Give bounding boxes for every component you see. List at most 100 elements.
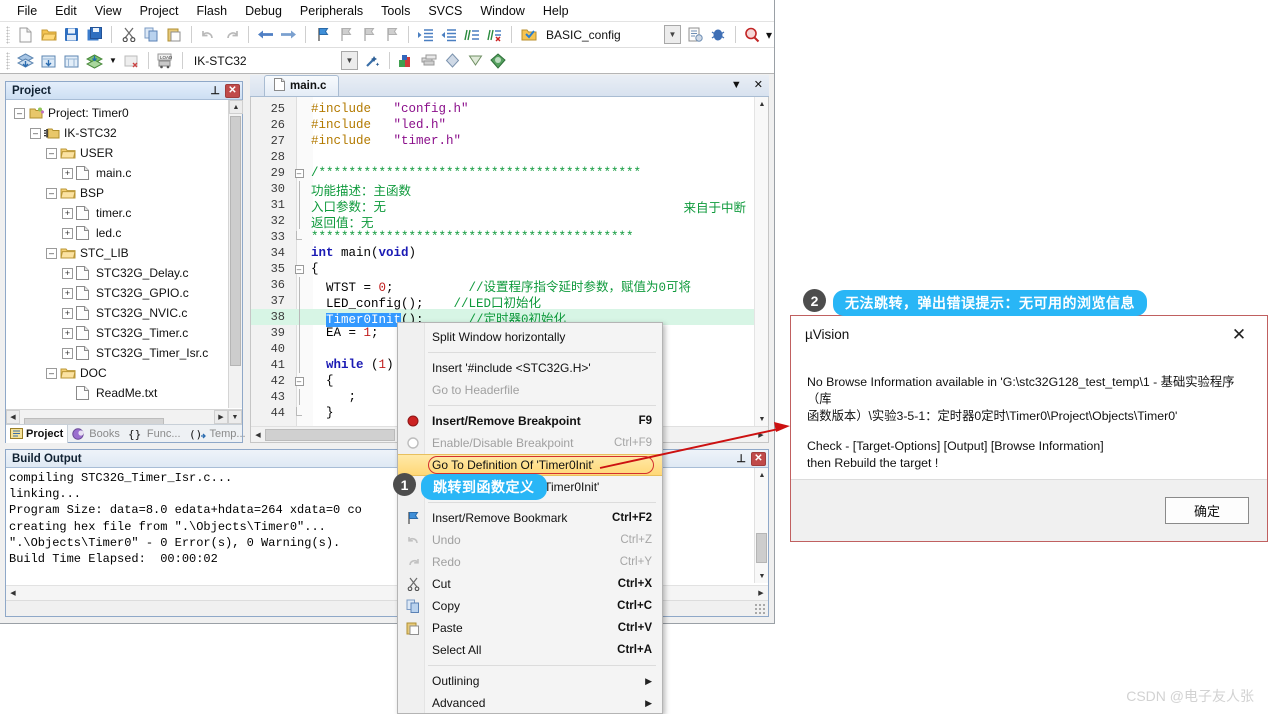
bookmark-prev-icon[interactable] xyxy=(335,24,356,45)
expand-toggle-icon[interactable]: + xyxy=(62,327,73,339)
code-line[interactable]: 25 #include "config.h" xyxy=(251,101,754,117)
cut-icon[interactable] xyxy=(118,24,139,45)
magic-wand-icon[interactable] xyxy=(362,50,383,71)
pin-icon[interactable]: ⊥ xyxy=(205,84,225,97)
redo-icon[interactable] xyxy=(221,24,242,45)
project-tree-scrollbar-vertical[interactable]: ▲ xyxy=(228,100,243,408)
tree-item-stc32g-gpio-c[interactable]: + STC32G_GPIO.c xyxy=(6,283,242,303)
expand-toggle-icon[interactable]: + xyxy=(62,287,73,299)
menu-item-file[interactable]: File xyxy=(8,2,46,20)
context-menu-item-insert-remove-breakpoint[interactable]: Insert/Remove Breakpoint F9 xyxy=(398,410,662,432)
menu-item-flash[interactable]: Flash xyxy=(187,2,236,20)
collapse-toggle-icon[interactable]: – xyxy=(46,147,57,159)
menu-item-debug[interactable]: Debug xyxy=(236,2,291,20)
book-icon[interactable] xyxy=(442,50,463,71)
menu-item-svcs[interactable]: SVCS xyxy=(419,2,471,20)
code-line[interactable]: 28 xyxy=(251,149,754,165)
indent-icon[interactable] xyxy=(415,24,436,45)
target-select-dropdown[interactable]: ▼ xyxy=(340,51,358,70)
code-line[interactable]: 34 int main(void) xyxy=(251,245,754,261)
close-icon[interactable]: ✕ xyxy=(1225,321,1253,347)
scroll-left-arrow[interactable]: ◀ xyxy=(6,586,20,600)
find-icon[interactable] xyxy=(742,24,763,45)
navigate-forward-icon[interactable] xyxy=(278,24,299,45)
expand-toggle-icon[interactable]: + xyxy=(62,207,73,219)
scroll-up-arrow[interactable]: ▲ xyxy=(229,100,243,114)
download-icon[interactable]: LOAD xyxy=(155,50,176,71)
context-menu-item-advanced[interactable]: Advanced ▶ xyxy=(398,692,662,714)
tree-item-stc32g-delay-c[interactable]: + STC32G_Delay.c xyxy=(6,263,242,283)
tree-item-stc32g-timer-c[interactable]: + STC32G_Timer.c xyxy=(6,323,242,343)
bookmark-next-icon[interactable] xyxy=(358,24,379,45)
configure-icon[interactable] xyxy=(518,24,539,45)
menu-item-help[interactable]: Help xyxy=(534,2,578,20)
context-menu-item-insert-remove-bookmark[interactable]: Insert/Remove Bookmark Ctrl+F2 xyxy=(398,507,662,529)
toolbar-overflow[interactable]: ▾ xyxy=(764,28,774,42)
tree-item-timer-c[interactable]: + timer.c xyxy=(6,203,242,223)
tree-item-readme-txt[interactable]: ReadMe.txt xyxy=(6,383,242,403)
ok-button[interactable]: 确定 xyxy=(1165,497,1249,524)
panel-tab-temp[interactable]: () Temp... xyxy=(185,425,250,443)
undo-icon[interactable] xyxy=(198,24,219,45)
new-file-icon[interactable] xyxy=(15,24,36,45)
close-icon[interactable]: ✕ xyxy=(225,83,240,98)
expand-toggle-icon[interactable]: + xyxy=(62,167,73,179)
build-icon[interactable] xyxy=(15,50,36,71)
copy-icon[interactable] xyxy=(141,24,162,45)
tree-item-stc-lib[interactable]: – STC_LIB xyxy=(6,243,242,263)
chevron-down-icon[interactable]: ▼ xyxy=(731,79,742,91)
scroll-down-arrow[interactable]: ▼ xyxy=(228,410,242,424)
scroll-down-arrow[interactable]: ▼ xyxy=(755,569,769,583)
navigate-back-icon[interactable] xyxy=(255,24,276,45)
expand-toggle-icon[interactable]: + xyxy=(62,307,73,319)
project-tree-scrollbar-horizontal[interactable]: ◀ ▶ ▼ xyxy=(6,409,242,430)
menu-item-edit[interactable]: Edit xyxy=(46,2,86,20)
target-options-icon[interactable] xyxy=(685,24,706,45)
uncomment-icon[interactable] xyxy=(484,24,505,45)
menu-item-peripherals[interactable]: Peripherals xyxy=(291,2,372,20)
context-menu-item-select-all[interactable]: Select All Ctrl+A xyxy=(398,639,662,661)
expand-toggle-icon[interactable]: + xyxy=(62,227,73,239)
tree-item-bsp[interactable]: – BSP xyxy=(6,183,242,203)
context-menu-item-cut[interactable]: Cut Ctrl+X xyxy=(398,573,662,595)
context-menu-item-paste[interactable]: Paste Ctrl+V xyxy=(398,617,662,639)
context-menu-item-outlining[interactable]: Outlining ▶ xyxy=(398,670,662,692)
scroll-right-arrow[interactable]: ▶ xyxy=(754,586,768,600)
collapse-toggle-icon[interactable]: – xyxy=(14,107,25,119)
fold-collapse-icon[interactable]: – xyxy=(291,168,307,178)
paste-icon[interactable] xyxy=(164,24,185,45)
code-line[interactable]: 27 #include "timer.h" xyxy=(251,133,754,149)
scroll-up-arrow[interactable]: ▲ xyxy=(755,468,769,482)
fold-collapse-icon[interactable]: – xyxy=(291,376,307,386)
package-icon[interactable] xyxy=(465,50,486,71)
context-menu-item-insert-include-stc32g-h[interactable]: Insert '#include <STC32G.H>' xyxy=(398,357,662,379)
context-menu-item-split-window-horizontally[interactable]: Split Window horizontally xyxy=(398,326,662,348)
editor-scrollbar-vertical[interactable]: ▲ ▼ xyxy=(754,97,768,426)
translate-icon[interactable] xyxy=(84,50,105,71)
resize-grip[interactable] xyxy=(754,603,766,615)
panel-tab-project[interactable]: Project xyxy=(6,424,69,443)
collapse-toggle-icon[interactable]: – xyxy=(46,187,57,199)
chevron-down-icon[interactable]: ▼ xyxy=(663,25,681,44)
pin-icon[interactable]: ⊥ xyxy=(731,452,751,465)
save-icon[interactable] xyxy=(61,24,82,45)
tree-item-led-c[interactable]: + led.c xyxy=(6,223,242,243)
menu-item-tools[interactable]: Tools xyxy=(372,2,419,20)
collapse-toggle-icon[interactable]: – xyxy=(46,247,57,259)
stop-build-icon[interactable] xyxy=(121,50,142,71)
toolbar-grip[interactable] xyxy=(6,51,10,70)
menu-item-project[interactable]: Project xyxy=(131,2,188,20)
bookmark-clear-icon[interactable] xyxy=(381,24,402,45)
expand-toggle-icon[interactable]: + xyxy=(62,347,73,359)
scroll-left-arrow[interactable]: ◀ xyxy=(6,410,20,424)
scrollbar-thumb[interactable] xyxy=(756,533,767,563)
scroll-left-arrow[interactable]: ◀ xyxy=(251,428,265,442)
scroll-down-arrow[interactable]: ▼ xyxy=(755,412,768,426)
tree-item-main-c[interactable]: + main.c xyxy=(6,163,242,183)
multi-project-icon[interactable] xyxy=(419,50,440,71)
bookmark-toggle-icon[interactable] xyxy=(312,24,333,45)
close-icon[interactable]: ✕ xyxy=(751,451,766,466)
close-icon[interactable]: ✕ xyxy=(754,78,763,91)
scroll-up-arrow[interactable]: ▲ xyxy=(755,97,768,111)
outdent-icon[interactable] xyxy=(438,24,459,45)
